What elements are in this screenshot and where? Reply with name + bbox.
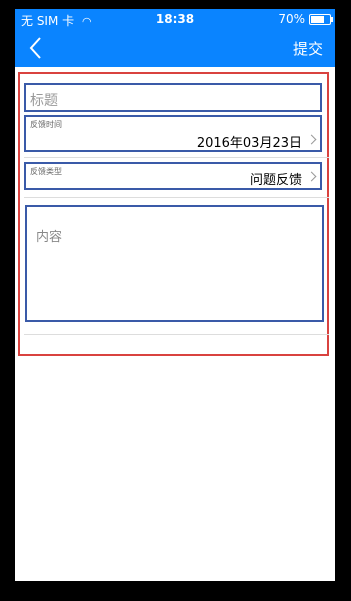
date-value: 2016年03月23日 — [196, 136, 302, 151]
type-value: 问题反馈 — [249, 173, 302, 188]
back-button[interactable] — [23, 33, 53, 63]
divider — [24, 157, 329, 158]
type-label: 反馈类型 — [30, 167, 62, 176]
chevron-left-icon — [29, 37, 41, 59]
content-placeholder: 内容 — [36, 230, 63, 245]
chevron-right-icon — [306, 134, 317, 145]
submit-button[interactable]: 提交 — [293, 38, 323, 59]
content-textarea[interactable]: 内容 — [25, 205, 324, 322]
divider — [24, 334, 329, 335]
divider — [24, 197, 329, 198]
feedback-type-row[interactable]: 反馈类型 问题反馈 — [24, 162, 322, 190]
title-placeholder: 标题 — [30, 93, 58, 109]
feedback-date-row[interactable]: 反馈时间 2016年03月23日 — [24, 115, 322, 152]
title-input[interactable]: 标题 — [24, 83, 322, 112]
battery-icon — [309, 14, 333, 25]
date-label: 反馈时间 — [30, 120, 62, 129]
status-bar: 无 SIM 卡 ◠ 18:38 70% — [15, 9, 335, 29]
battery-percent: 70% — [278, 12, 305, 26]
nav-bar: 提交 — [15, 29, 335, 67]
app-screen: 无 SIM 卡 ◠ 18:38 70% 提交 标题 反馈时间 2016年03月2… — [15, 9, 335, 581]
chevron-right-icon — [306, 171, 317, 182]
